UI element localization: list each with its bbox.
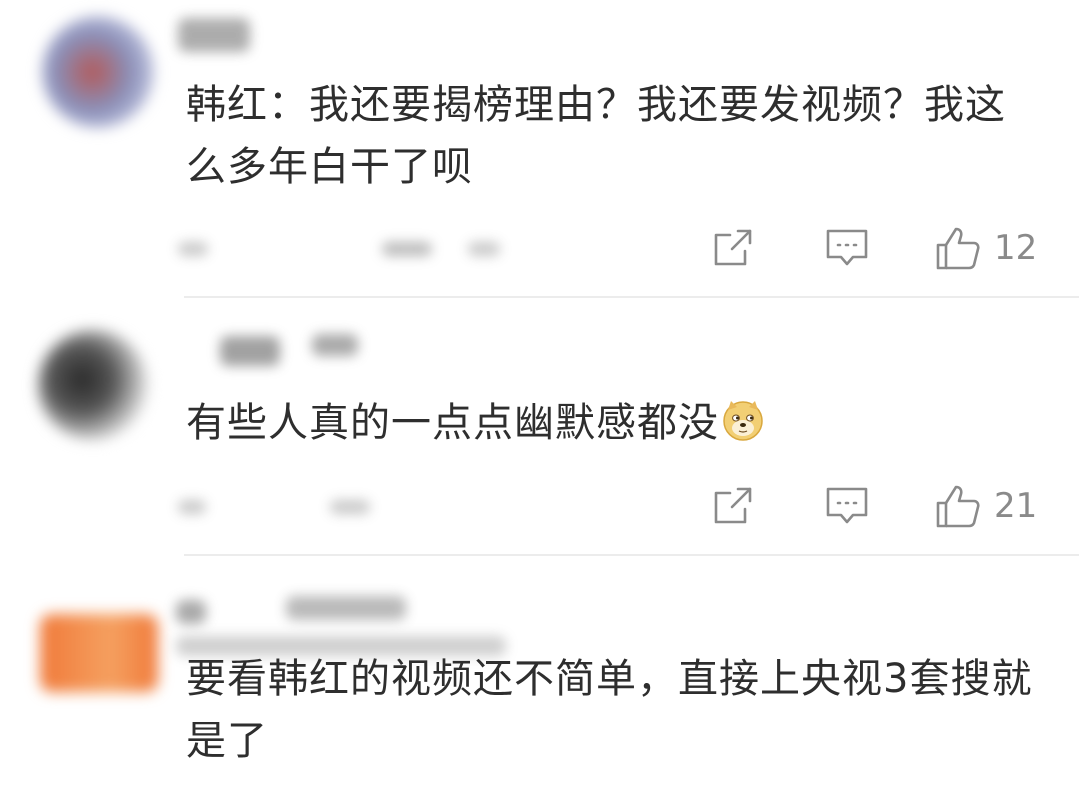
- location: [382, 242, 432, 256]
- doge-emoji: [721, 398, 765, 460]
- avatar[interactable]: [42, 16, 154, 128]
- reply-button[interactable]: [824, 218, 870, 278]
- share-icon: [712, 485, 754, 527]
- comment-item: 有些人真的一点点幽默感都没 21: [0, 298, 1079, 556]
- thumbs-up-icon: [934, 483, 982, 529]
- comment-text: 有些人真的一点点幽默感都没: [186, 392, 1056, 460]
- comment-icon: [825, 485, 869, 527]
- username[interactable]: [178, 18, 250, 52]
- user-badge: [312, 334, 358, 356]
- avatar[interactable]: [38, 330, 148, 440]
- comment-item: 韩红：我还要揭榜理由？我还要发视频？我这么多年白干了呗 12: [0, 0, 1079, 298]
- reply-link[interactable]: [468, 242, 500, 256]
- action-row: 12: [0, 218, 1079, 278]
- action-row: 21: [0, 476, 1079, 536]
- reply-link[interactable]: [330, 500, 370, 514]
- timestamp: [178, 242, 208, 256]
- comment-text: 要看韩红的视频还不简单，直接上央视3套搜就是了: [186, 656, 1033, 764]
- reply-button[interactable]: [824, 476, 870, 536]
- like-count: 12: [994, 228, 1038, 268]
- share-button[interactable]: [710, 218, 756, 278]
- comment-item: 要看韩红的视频还不简单，直接上央视3套搜就是了: [0, 556, 1079, 802]
- share-icon: [712, 227, 754, 269]
- username[interactable]: [220, 336, 280, 366]
- timestamp: [178, 500, 206, 514]
- share-button[interactable]: [710, 476, 756, 536]
- comment-text: 韩红：我还要揭榜理由？我还要发视频？我这么多年白干了呗: [186, 82, 1006, 190]
- like-button[interactable]: 12: [934, 218, 1054, 278]
- user-badge: [286, 596, 406, 620]
- thumbs-up-icon: [934, 225, 982, 271]
- comment-icon: [825, 227, 869, 269]
- like-button[interactable]: 21: [934, 476, 1054, 536]
- like-count: 21: [994, 486, 1038, 526]
- avatar[interactable]: [40, 614, 158, 692]
- username[interactable]: [176, 600, 206, 624]
